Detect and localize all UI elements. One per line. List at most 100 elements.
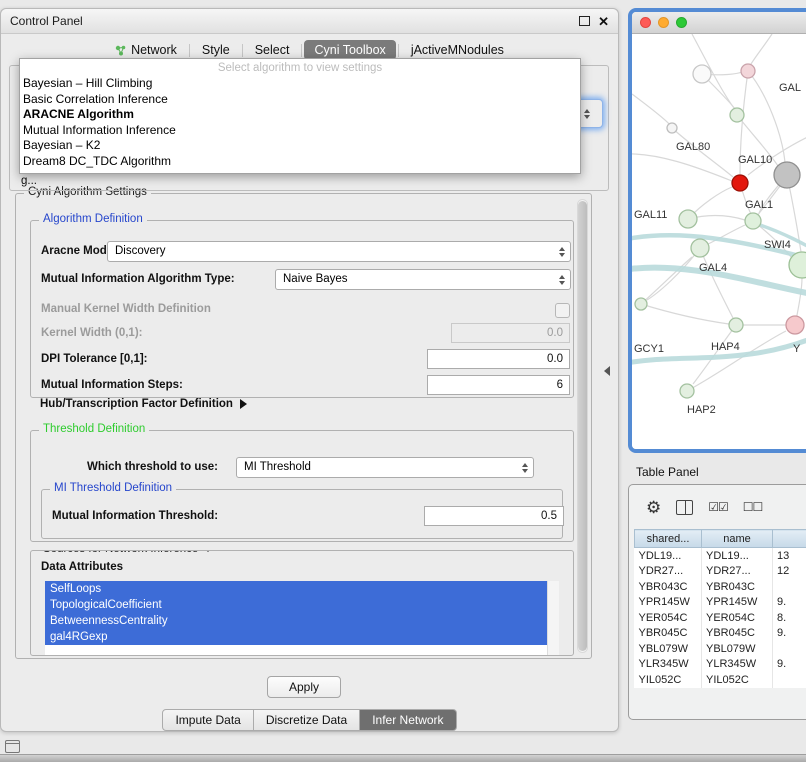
zoom-traffic-light[interactable] (676, 17, 687, 28)
network-node[interactable] (730, 108, 744, 122)
table-cell[interactable]: YDL19... (702, 548, 773, 564)
mi-steps-field[interactable]: 6 (427, 375, 570, 395)
table-cell[interactable]: 9. (773, 626, 806, 642)
dropdown-item-dream8-dc-tdc-algorithm[interactable]: Dream8 DC_TDC Algorithm (20, 154, 580, 170)
table-cell[interactable] (773, 641, 806, 657)
attribute-item[interactable]: BetweennessCentrality (45, 613, 548, 629)
table-row[interactable]: YDR27...YDR27...12 (635, 564, 806, 580)
minimized-panel-icon[interactable] (5, 740, 20, 753)
table-cell[interactable]: YDR27... (635, 564, 702, 580)
table-cell[interactable]: YBL079W (702, 641, 773, 657)
table-cell[interactable]: YDL19... (635, 548, 702, 564)
table-row[interactable]: YBR043CYBR043C (635, 579, 806, 595)
table-cell[interactable]: YLR345W (635, 657, 702, 673)
table-cell[interactable]: YER054C (635, 610, 702, 626)
table-cell[interactable]: YPR145W (635, 595, 702, 611)
table-row[interactable]: YDL19...YDL19...13 (635, 548, 806, 564)
network-node[interactable] (745, 213, 761, 229)
attribute-item[interactable]: gal4RGexp (45, 629, 548, 645)
tab-jactivemnodules[interactable]: jActiveMNodules (401, 40, 514, 60)
network-edge[interactable] (641, 304, 729, 324)
attribute-item[interactable]: TopologicalCoefficient (45, 597, 548, 613)
network-edge[interactable] (687, 331, 786, 391)
table-cell[interactable]: 13 (773, 548, 806, 564)
table-row[interactable]: YIL052CYIL052C (635, 672, 806, 688)
dpi-tolerance-field[interactable]: 0.0 (427, 349, 570, 369)
network-node[interactable] (635, 298, 647, 310)
table-cell[interactable]: 9. (773, 657, 806, 673)
bottom-tab-infer-network[interactable]: Infer Network (360, 709, 456, 731)
column-header[interactable] (773, 530, 806, 548)
table-row[interactable]: YER054CYER054C8. (635, 610, 806, 626)
float-window-icon[interactable] (579, 16, 590, 26)
table-cell[interactable] (773, 672, 806, 688)
mi-type-select[interactable]: Naive Bayes (275, 269, 571, 290)
table-cell[interactable]: 9. (773, 595, 806, 611)
tab-network[interactable]: Network (105, 40, 187, 60)
network-edge[interactable] (700, 248, 733, 318)
mi-threshold-field[interactable]: 0.5 (424, 506, 564, 526)
network-node[interactable] (732, 175, 748, 191)
tab-style[interactable]: Style (192, 40, 240, 60)
network-edge[interactable] (632, 94, 670, 125)
attribute-list-scrollbar[interactable] (547, 581, 559, 655)
network-window-titlebar[interactable] (632, 12, 806, 34)
bottom-tab-discretize-data[interactable]: Discretize Data (254, 709, 360, 731)
close-traffic-light[interactable] (640, 17, 651, 28)
apply-button[interactable]: Apply (267, 676, 341, 698)
settings-scrollbar[interactable] (577, 199, 588, 653)
network-node[interactable] (679, 210, 697, 228)
network-node[interactable] (667, 123, 677, 133)
table-cell[interactable]: YBR045C (702, 626, 773, 642)
aracne-mode-select[interactable]: Discovery (107, 241, 571, 262)
scrollbar-thumb[interactable] (578, 201, 587, 651)
network-node[interactable] (680, 384, 694, 398)
table-cell[interactable]: YBL079W (635, 641, 702, 657)
table-cell[interactable]: YBR045C (635, 626, 702, 642)
table-row[interactable]: YBR045CYBR045C9. (635, 626, 806, 642)
table-cell[interactable]: YIL052C (702, 672, 773, 688)
manual-kernel-checkbox[interactable] (555, 303, 570, 318)
network-graph[interactable]: GALGAL80GAL10GAL11GAL1SWI4GAL4GCY1HAP4HA… (632, 34, 806, 442)
columns-icon[interactable] (676, 500, 693, 515)
deselect-all-columns-icon[interactable]: ☐☐ (743, 500, 763, 514)
dropdown-item-mutual-information-inference[interactable]: Mutual Information Inference (20, 123, 580, 139)
dropdown-item-basic-correlation-inference[interactable]: Basic Correlation Inference (20, 92, 580, 108)
hub-definition-toggle[interactable]: Hub/Transcription Factor Definition (40, 398, 247, 410)
table-cell[interactable]: YBR043C (702, 579, 773, 595)
network-node[interactable] (691, 239, 709, 257)
column-header[interactable]: name (702, 530, 773, 548)
settings-gear-icon[interactable]: ⚙ (646, 499, 661, 516)
close-icon[interactable]: ✕ (598, 15, 609, 28)
network-canvas[interactable]: GALGAL80GAL10GAL11GAL1SWI4GAL4GCY1HAP4HA… (632, 34, 806, 449)
table-cell[interactable]: YDR27... (702, 564, 773, 580)
network-edge[interactable] (632, 154, 732, 181)
attribute-list[interactable]: SelfLoopsTopologicalCoefficientBetweenne… (45, 581, 559, 655)
table-cell[interactable]: YBR043C (635, 579, 702, 595)
bottom-tab-impute-data[interactable]: Impute Data (162, 709, 253, 731)
dropdown-item-aracne-algorithm[interactable]: ARACNE Algorithm (20, 107, 580, 123)
control-panel-titlebar[interactable]: Control Panel ✕ (1, 9, 618, 34)
minimize-traffic-light[interactable] (658, 17, 669, 28)
dropdown-item-bayesian-k2[interactable]: Bayesian – K2 (20, 138, 580, 154)
table-cell[interactable]: YPR145W (702, 595, 773, 611)
network-node[interactable] (741, 64, 755, 78)
table-cell[interactable]: YLR345W (702, 657, 773, 673)
dropdown-item-bayesian-hill-climbing[interactable]: Bayesian – Hill Climbing (20, 76, 580, 92)
kernel-width-field[interactable]: 0.0 (451, 323, 570, 343)
network-node[interactable] (693, 65, 711, 83)
table-cell[interactable]: 8. (773, 610, 806, 626)
network-node[interactable] (774, 162, 800, 188)
tab-cyni-toolbox[interactable]: Cyni Toolbox (304, 40, 395, 60)
network-node[interactable] (729, 318, 743, 332)
table-row[interactable]: YLR345WYLR345W9. (635, 657, 806, 673)
select-all-columns-icon[interactable]: ☑☑ (708, 500, 728, 514)
sources-group-title[interactable]: Sources for Network Inference (39, 550, 217, 555)
attribute-item[interactable]: SelfLoops (45, 581, 548, 597)
table-cell[interactable] (773, 579, 806, 595)
table-row[interactable]: YPR145WYPR145W9. (635, 595, 806, 611)
panel-collapse-arrow[interactable] (604, 366, 610, 376)
network-node[interactable] (786, 316, 804, 334)
table-row[interactable]: YBL079WYBL079W (635, 641, 806, 657)
which-threshold-select[interactable]: MI Threshold (236, 457, 534, 478)
